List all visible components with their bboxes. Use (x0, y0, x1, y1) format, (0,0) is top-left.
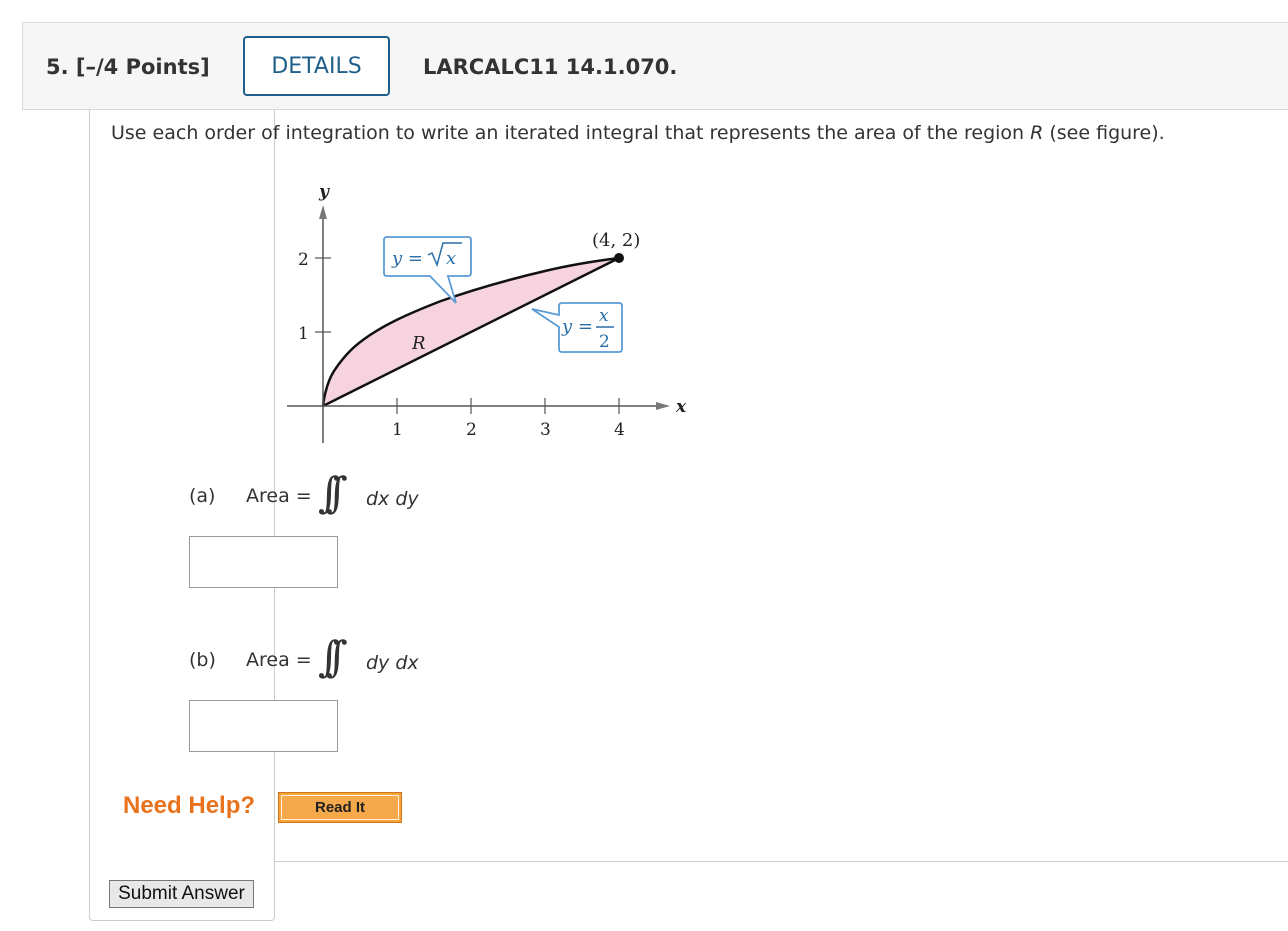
lower-curve-lhs: y = (561, 316, 593, 337)
part-a-label: (a) (189, 485, 216, 507)
instruction-text: Use each order of integration to write a… (111, 122, 1165, 144)
part-b-area-label: Area = (246, 649, 312, 671)
question-number: 5. [–/4 Points] (46, 55, 210, 79)
endpoint-label: (4, 2) (592, 230, 640, 251)
part-b-double-integral: ∫∫ (318, 632, 348, 681)
region-label: R (411, 333, 426, 354)
instruction-before: Use each order of integration to write a… (111, 122, 1031, 144)
part-a-double-integral: ∫∫ (318, 468, 348, 517)
part-a-differentials: dx dy (366, 488, 419, 510)
part-b-differentials: dy dx (366, 652, 419, 674)
details-button[interactable]: DETAILS (243, 36, 390, 96)
upper-curve-radicand: x (446, 248, 456, 269)
x-tick-label-4: 4 (614, 420, 625, 440)
part-a-area-label: Area = (246, 485, 312, 507)
y-axis-label: y (318, 182, 330, 202)
region-figure: y x 1 2 1 2 3 4 (4, 2) R y = x y = x 2 (287, 182, 687, 443)
x-tick-label-2: 2 (466, 420, 477, 440)
instruction-region: R (1030, 122, 1044, 144)
x-tick-label-1: 1 (392, 420, 403, 440)
x-axis-arrow (656, 402, 670, 410)
y-tick-label-1: 1 (298, 324, 309, 344)
question-header: 5. [–/4 Points] DETAILS LARCALC11 14.1.0… (22, 22, 1288, 110)
problem-code: LARCALC11 14.1.070. (423, 55, 678, 79)
read-it-button[interactable]: Read It (278, 792, 402, 823)
part-b-label: (b) (189, 649, 216, 671)
part-a-answer-input[interactable] (189, 536, 338, 588)
read-it-label: Read It (281, 795, 399, 820)
y-axis-arrow (319, 205, 327, 219)
endpoint-marker (614, 253, 624, 263)
part-b-answer-input[interactable] (189, 700, 338, 752)
submit-divider (275, 861, 1288, 862)
upper-curve-callout (383, 236, 472, 304)
lower-curve-denominator: 2 (599, 332, 610, 352)
upper-curve-lhs: y = (391, 248, 423, 269)
lower-curve-numerator: x (599, 306, 609, 326)
y-tick-label-2: 2 (298, 250, 309, 270)
x-tick-label-3: 3 (540, 420, 551, 440)
need-help-label: Need Help? (123, 792, 256, 819)
x-axis-label: x (675, 397, 687, 417)
instruction-after: (see figure). (1043, 122, 1165, 144)
submit-answer-button[interactable]: Submit Answer (109, 880, 254, 908)
question-number-value: 5. (46, 55, 69, 79)
question-points: [–/4 Points] (75, 55, 210, 79)
